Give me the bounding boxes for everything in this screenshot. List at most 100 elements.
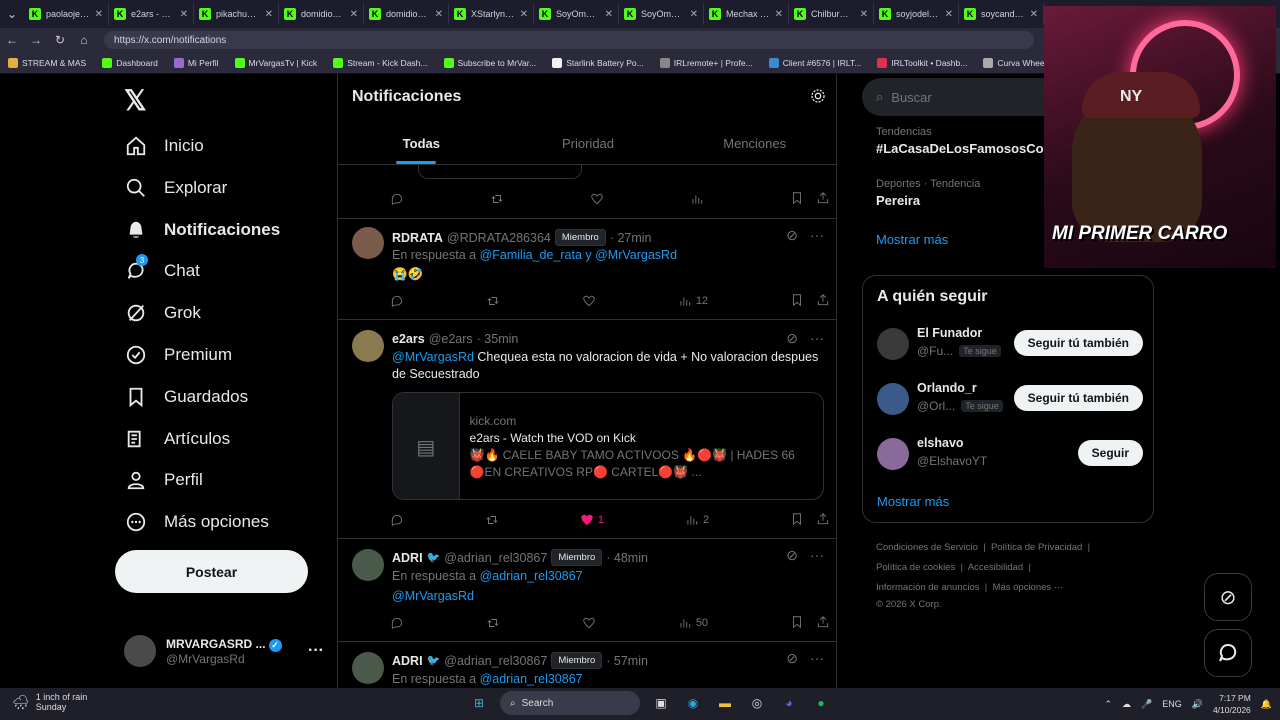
close-icon[interactable]: ✕ <box>95 9 103 20</box>
bookmark-icon[interactable] <box>790 615 804 632</box>
follow-back-button[interactable]: Seguir tú también <box>1013 385 1143 411</box>
browser-tab[interactable]: Kdomidios - V ✕ <box>364 3 449 25</box>
footer-link-more[interactable]: Más opciones ··· <box>993 582 1064 593</box>
grok-fab-button[interactable]: ⊘ <box>1204 573 1252 621</box>
browser-tab[interactable]: Ke2ars - Watc ✕ <box>109 3 194 25</box>
browser-tab[interactable]: Ksoyjodelrd - ✕ <box>874 3 959 25</box>
nav-profile[interactable]: Perfil <box>124 460 203 500</box>
share-icon[interactable] <box>816 512 830 529</box>
browser-tab[interactable]: K SoyOmarTV ✕ <box>534 3 619 25</box>
views-icon[interactable] <box>690 192 704 206</box>
bookmark-item[interactable]: Subscribe to MrVar... <box>436 57 545 68</box>
windows-start-icon[interactable]: ⊞ <box>468 692 490 714</box>
list-item[interactable]: RDRATA @RDRATA286364 Miembro · 27min ⊘ ··… <box>338 219 836 320</box>
close-icon[interactable]: ✕ <box>945 9 953 20</box>
like-icon[interactable] <box>590 192 604 206</box>
account-switcher[interactable]: MRVARGASRD ... ✓ @MrVargasRd ··· <box>124 629 324 673</box>
more-icon[interactable]: ··· <box>308 642 324 660</box>
bookmark-item[interactable]: STREAM & MAS <box>0 57 94 68</box>
like-icon[interactable] <box>582 294 596 308</box>
close-icon[interactable]: ✕ <box>520 9 528 20</box>
list-item[interactable]: ADRI 🐦 @adrian_rel30867 Miembro · 48min … <box>338 539 836 642</box>
nav-chat[interactable]: 3 Chat <box>124 251 200 291</box>
tab-priority[interactable]: Prioridad <box>505 126 672 164</box>
share-icon[interactable] <box>816 293 830 310</box>
follow-back-button[interactable]: Seguir tú también <box>1013 330 1143 356</box>
task-view-icon[interactable]: ▣ <box>650 692 672 714</box>
folder-icon[interactable]: ▬ <box>714 692 736 714</box>
browser-tab[interactable]: K ChilburCoC - ✕ <box>789 3 874 25</box>
grok-icon[interactable]: ⊘ <box>786 547 798 564</box>
gear-icon[interactable] <box>810 88 826 109</box>
bookmark-item[interactable]: Starlink Battery Po... <box>544 57 651 68</box>
list-item[interactable]: ADRI 🐦 @adrian_rel30867 Miembro · 57min … <box>338 642 836 688</box>
bookmark-item[interactable]: Mi Perfil <box>166 57 227 68</box>
follow-suggestion[interactable]: Orlando_r @Orl... Te sigue Seguir tú tamb… <box>877 381 1143 421</box>
link-card[interactable]: ▤ kick.com e2ars - Watch the VOD on Kick… <box>392 392 824 500</box>
browser-tab[interactable]: Kpikachugm - ✕ <box>194 3 279 25</box>
follow-suggestion[interactable]: elshavo @ElshavoYT Seguir <box>877 436 1143 476</box>
close-icon[interactable]: ✕ <box>435 9 443 20</box>
more-icon[interactable]: ··· <box>810 650 824 667</box>
nav-grok[interactable]: Grok <box>124 293 201 333</box>
follow-button[interactable]: Seguir <box>1077 440 1143 466</box>
repost-icon[interactable] <box>486 294 500 308</box>
share-icon[interactable] <box>816 615 830 632</box>
reload-icon[interactable]: ↻ <box>48 33 72 47</box>
reply-link[interactable]: @adrian_rel30867 <box>480 672 583 686</box>
volume-icon[interactable]: 🔊 <box>1192 699 1203 710</box>
browser-tab[interactable]: K Mechax - Wa ✕ <box>704 3 789 25</box>
follow-suggestion[interactable]: El Funador @Fu... Te sigue Seguir tú tamb… <box>877 326 1143 366</box>
reply-icon[interactable] <box>390 616 404 630</box>
nav-articles[interactable]: Artículos <box>124 419 230 459</box>
url-field[interactable]: https://x.com/notifications <box>104 31 1034 49</box>
weather-widget[interactable]: 🌧 1 inch of rain Sunday <box>12 692 87 712</box>
bookmark-item[interactable]: Dashboard <box>94 57 166 68</box>
close-icon[interactable]: ✕ <box>775 9 783 20</box>
more-icon[interactable]: ··· <box>810 330 824 347</box>
more-icon[interactable]: ··· <box>810 547 824 564</box>
back-icon[interactable]: ← <box>0 33 24 47</box>
nav-more[interactable]: Más opciones <box>124 502 269 542</box>
reply-link[interactable]: @Familia_de_rata y @MrVargasRd <box>480 248 677 262</box>
more-icon[interactable]: ··· <box>810 227 824 244</box>
footer-link-accessibility[interactable]: Accesibilidad <box>968 562 1023 573</box>
footer-link-ads-info[interactable]: Información de anuncios <box>876 582 980 593</box>
bookmark-item[interactable]: IRLremote+ | Profe... <box>652 57 761 68</box>
tab-mentions[interactable]: Menciones <box>671 126 836 164</box>
list-item[interactable] <box>338 161 836 219</box>
mention-link[interactable]: @MrVargasRd <box>392 350 474 364</box>
views-button[interactable]: 50 <box>678 616 708 630</box>
x-logo-icon[interactable]: 𝕏 <box>124 84 147 117</box>
close-icon[interactable]: ✕ <box>1030 9 1038 20</box>
network-icon[interactable]: ☁ <box>1122 699 1131 710</box>
bookmark-item[interactable]: MrVargasTv | Kick <box>227 57 326 68</box>
bookmark-icon[interactable] <box>790 293 804 310</box>
browser-tab[interactable]: K XStarlynTA1 ✕ <box>449 3 534 25</box>
close-icon[interactable]: ✕ <box>860 9 868 20</box>
grok-icon[interactable]: ⊘ <box>786 330 798 347</box>
footer-link-privacy[interactable]: Política de Privacidad <box>991 542 1082 553</box>
footer-link-cookies[interactable]: Política de cookies <box>876 562 955 573</box>
close-icon[interactable]: ✕ <box>180 9 188 20</box>
reply-icon[interactable] <box>390 294 404 308</box>
bookmark-item[interactable]: Stream - Kick Dash... <box>325 57 435 68</box>
tray-arrow-icon[interactable]: ⌃ <box>1104 699 1112 710</box>
bookmark-icon[interactable] <box>790 191 804 208</box>
show-more-link[interactable]: Mostrar más <box>876 232 948 247</box>
browser-tab[interactable]: Kdomidios - V ✕ <box>279 3 364 25</box>
show-more-link[interactable]: Mostrar más <box>877 494 949 509</box>
bookmark-icon[interactable] <box>790 512 804 529</box>
share-icon[interactable] <box>816 191 830 208</box>
reply-icon[interactable] <box>390 192 404 206</box>
taskbar-search[interactable]: ⌕ Search <box>500 691 640 715</box>
forward-icon[interactable]: → <box>24 33 48 47</box>
home-icon[interactable]: ⌂ <box>72 33 96 47</box>
mic-icon[interactable]: 🎤 <box>1141 699 1152 710</box>
clock[interactable]: 7:17 PM 4/10/2026 <box>1213 692 1251 716</box>
language-indicator[interactable]: ENG <box>1162 699 1182 709</box>
browser-tab[interactable]: K SoyOmarTV ✕ <box>619 3 704 25</box>
bookmark-item[interactable]: IRLToolkit • Dashb... <box>869 57 975 68</box>
nav-home[interactable]: Inicio <box>124 126 204 166</box>
notification-bell-icon[interactable]: 🔔 <box>1261 699 1272 710</box>
